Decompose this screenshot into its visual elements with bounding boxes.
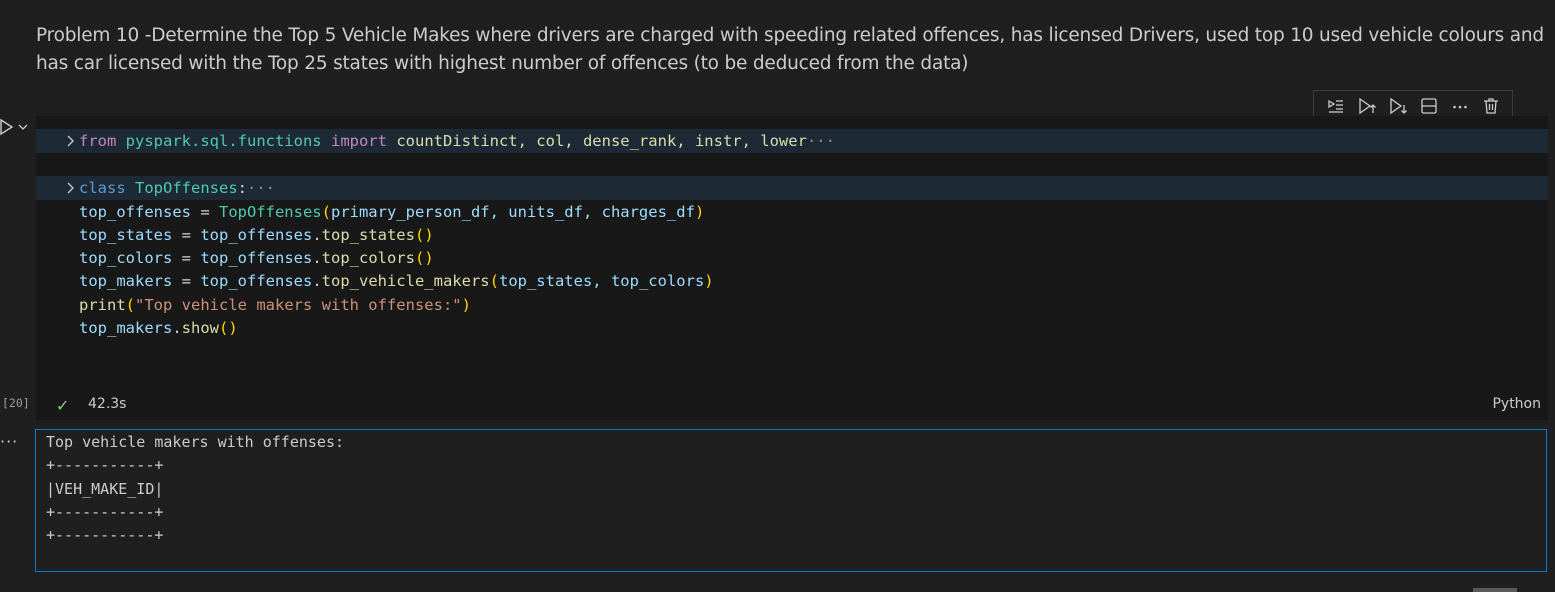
run-gutter [0, 118, 28, 136]
imported-names: countDistinct, col, dense_rank, instr, l… [396, 132, 807, 150]
chevron-right-icon[interactable] [64, 176, 76, 200]
run-above-icon[interactable] [1355, 94, 1379, 118]
chevron-right-icon[interactable] [64, 129, 76, 153]
run-cell-icon[interactable] [0, 118, 14, 136]
module-name: pyspark.sql.functions [125, 132, 322, 150]
keyword: class [79, 179, 126, 197]
problem-statement: Problem 10 -Determine the Top 5 Vehicle … [36, 25, 1544, 74]
class-name: TopOffenses [135, 179, 238, 197]
output-actions-icon[interactable]: ··· [0, 432, 18, 451]
execute-above-icon[interactable] [1324, 94, 1348, 118]
more-icon[interactable] [1448, 94, 1472, 118]
output-line: |VEH_MAKE_ID| [46, 480, 164, 498]
code-line-import[interactable]: from pyspark.sql.functions import countD… [36, 129, 1548, 153]
code-line-7[interactable]: print("Top vehicle makers with offenses:… [36, 293, 1548, 317]
output-line: Top vehicle makers with offenses: [46, 433, 345, 451]
horizontal-scrollbar[interactable] [1473, 588, 1517, 592]
output-line: +-----------+ [46, 526, 164, 544]
code-line-8[interactable]: top_makers.show() [36, 316, 1548, 340]
split-cell-icon[interactable] [1417, 94, 1441, 118]
code-line-6[interactable]: top_makers = top_offenses.top_vehicle_ma… [36, 269, 1548, 293]
delete-icon[interactable] [1479, 94, 1503, 118]
keyword: from [79, 132, 117, 150]
output-line: +-----------+ [46, 456, 164, 474]
execution-duration: 42.3s [88, 396, 127, 412]
success-check-icon: ✓ [56, 396, 70, 415]
cell-output: Top vehicle makers with offenses: +-----… [35, 429, 1547, 572]
cell-language-picker[interactable]: Python [1492, 396, 1541, 412]
code-line-5[interactable]: top_colors = top_offenses.top_colors() [36, 246, 1548, 270]
output-line: +-----------+ [46, 503, 164, 521]
execution-count: [20] [2, 396, 30, 410]
keyword: import [330, 132, 387, 150]
folded-ellipsis[interactable]: ··· [247, 179, 275, 197]
code-line-class[interactable]: class TopOffenses:··· [36, 176, 1548, 200]
folded-ellipsis[interactable]: ··· [807, 132, 835, 150]
code-line-3[interactable]: top_offenses = TopOffenses(primary_perso… [36, 200, 1548, 224]
code-cell-editor[interactable]: from pyspark.sql.functions import countD… [36, 116, 1548, 420]
run-below-icon[interactable] [1386, 94, 1410, 118]
code-line-4[interactable]: top_states = top_offenses.top_states() [36, 223, 1548, 247]
chevron-down-icon[interactable] [18, 123, 28, 131]
